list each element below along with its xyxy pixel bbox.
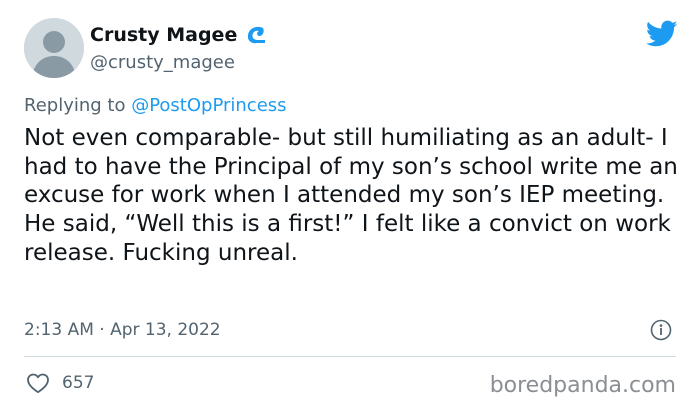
replying-to-prefix: Replying to	[24, 95, 132, 116]
author-display-name[interactable]: Crusty Magee	[90, 22, 237, 48]
like-count: 657	[62, 373, 95, 393]
heart-icon[interactable]	[26, 372, 50, 394]
tweet-card: Crusty Magee @crusty_magee Replying to @…	[0, 0, 700, 410]
info-icon[interactable]	[650, 319, 672, 341]
avatar[interactable]	[24, 18, 84, 78]
twitter-bird-icon[interactable]	[646, 20, 678, 48]
tweet-text: Not even comparable- but still humiliati…	[24, 125, 678, 266]
replying-to: Replying to @PostOpPrincess	[24, 94, 287, 118]
reply-mention-link[interactable]: @PostOpPrincess	[131, 95, 286, 116]
like-action[interactable]: 657	[26, 371, 94, 395]
default-avatar-icon	[24, 18, 84, 78]
divider	[24, 356, 676, 357]
wave-icon	[245, 24, 267, 46]
tweet-timestamp[interactable]: 2:13 AM · Apr 13, 2022	[24, 318, 221, 342]
author-name-row: Crusty Magee	[90, 22, 267, 48]
author-handle[interactable]: @crusty_magee	[90, 51, 235, 75]
boredpanda-watermark: boredpanda.com	[489, 373, 676, 398]
